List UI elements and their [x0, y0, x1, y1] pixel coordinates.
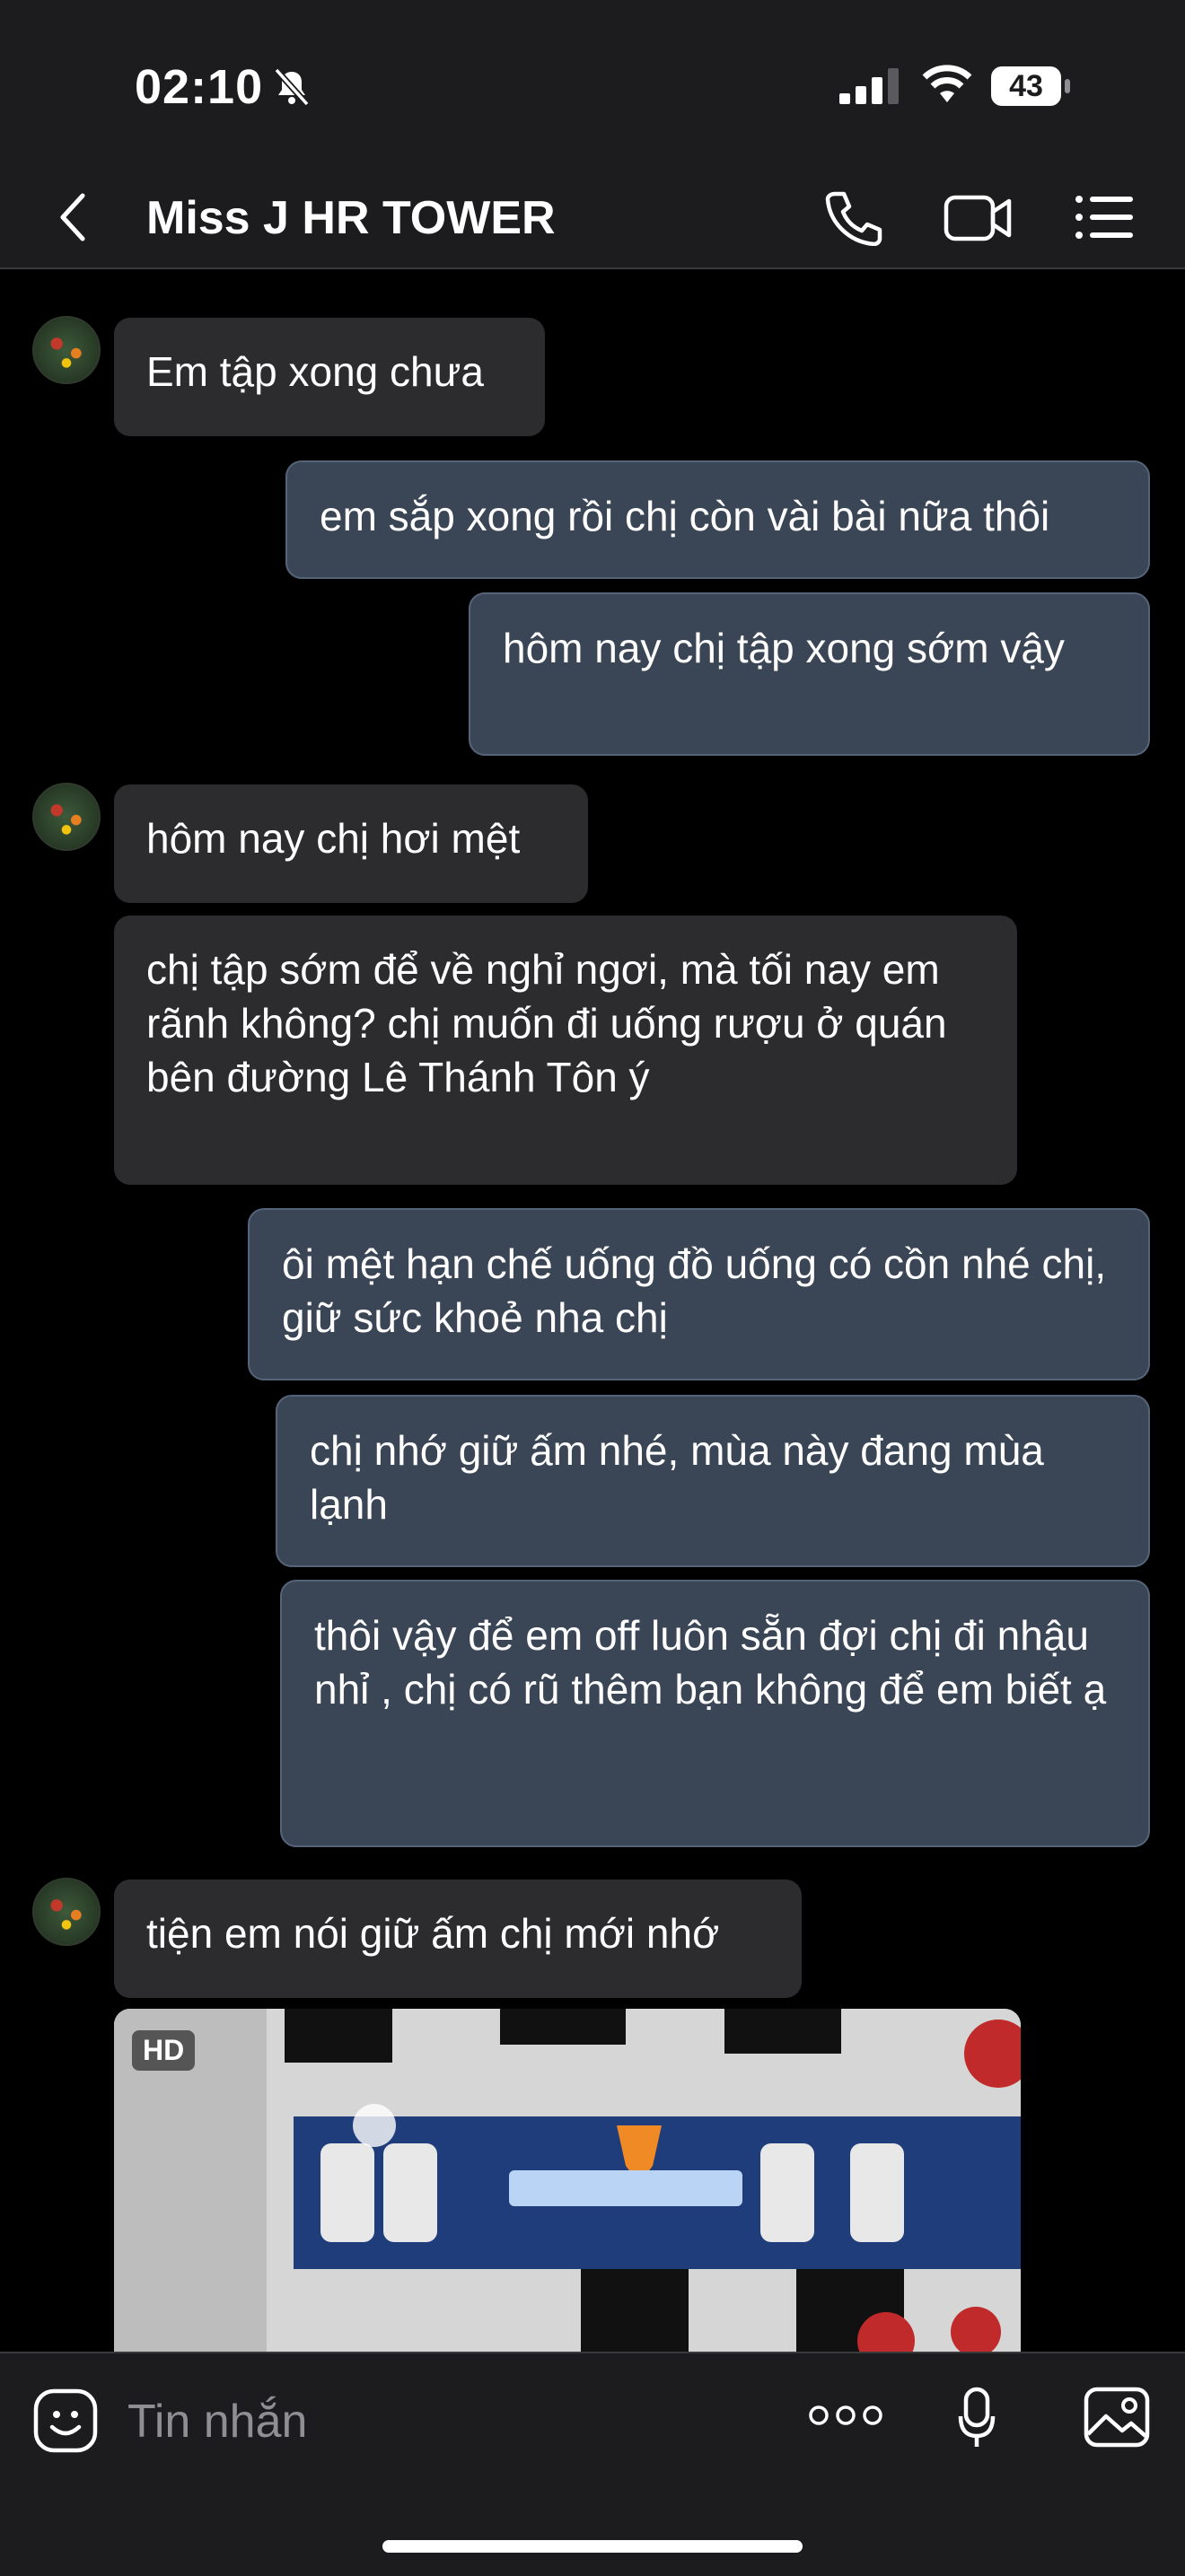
message-list[interactable]: Em tập xong chưa em sắp xong rồi chị còn…	[0, 269, 1185, 2352]
message-bubble-incoming[interactable]: tiện em nói giữ ấm chị mới nhớ	[114, 1879, 802, 1998]
phone-icon[interactable]	[822, 188, 885, 250]
wifi-icon	[920, 63, 974, 109]
video-camera-icon[interactable]	[943, 190, 1014, 250]
message-bubble-outgoing[interactable]: em sắp xong rồi chị còn vài bài nữa thôi	[285, 460, 1150, 579]
avatar[interactable]	[32, 783, 101, 851]
chevron-left-icon[interactable]	[56, 188, 92, 250]
message-text: chị tập sớm để về nghỉ ngơi, mà tối nay …	[146, 946, 947, 1100]
composer-bar	[0, 2352, 1185, 2576]
status-bar: 02:10 43	[0, 0, 1185, 171]
video-thumbnail	[114, 2009, 1021, 2352]
video-message[interactable]: HD	[114, 2009, 1021, 2352]
message-bubble-outgoing[interactable]: thôi vậy để em off luôn sẵn đợi chị đi n…	[280, 1580, 1150, 1847]
cellular-signal-icon	[839, 68, 899, 109]
chat-header: Miss J HR TOWER	[0, 171, 1185, 269]
message-bubble-incoming[interactable]: hôm nay chị hơi mệt	[114, 784, 588, 903]
message-bubble-incoming[interactable]: Em tập xong chưa	[114, 318, 545, 436]
message-text: hôm nay chị tập xong sớm vậy	[503, 625, 1065, 671]
bell-slash-icon	[273, 66, 311, 112]
battery-icon: 43	[991, 66, 1070, 106]
list-menu-icon[interactable]	[1074, 190, 1137, 249]
message-text: tiện em nói giữ ấm chị mới nhớ	[146, 1910, 720, 1957]
image-icon[interactable]	[1083, 2386, 1151, 2453]
battery-level: 43	[1009, 69, 1043, 103]
more-dots-icon[interactable]	[808, 2402, 883, 2433]
message-text: em sắp xong rồi chị còn vài bài nữa thôi	[320, 493, 1050, 539]
message-bubble-outgoing[interactable]: chị nhớ giữ ấm nhé, mùa này đang mùa lạn…	[276, 1395, 1150, 1567]
hd-badge: HD	[132, 2030, 196, 2071]
avatar[interactable]	[32, 316, 101, 384]
microphone-icon[interactable]	[957, 2386, 996, 2455]
message-text: Em tập xong chưa	[146, 348, 484, 395]
status-time: 02:10	[135, 60, 264, 114]
message-text: ôi mệt hạn chế uống đồ uống có cồn nhé c…	[282, 1240, 1107, 1341]
message-input[interactable]	[126, 2389, 758, 2454]
message-text: chị nhớ giữ ấm nhé, mùa này đang mùa lạn…	[310, 1427, 1044, 1528]
contact-name[interactable]: Miss J HR TOWER	[146, 187, 556, 250]
message-bubble-outgoing[interactable]: hôm nay chị tập xong sớm vậy	[469, 592, 1150, 756]
home-indicator	[382, 2540, 803, 2553]
emoji-icon[interactable]	[32, 2388, 99, 2458]
message-text: thôi vậy để em off luôn sẵn đợi chị đi n…	[314, 1612, 1107, 1713]
message-bubble-outgoing[interactable]: ôi mệt hạn chế uống đồ uống có cồn nhé c…	[248, 1208, 1150, 1380]
message-bubble-incoming[interactable]: chị tập sớm để về nghỉ ngơi, mà tối nay …	[114, 916, 1017, 1185]
message-text: hôm nay chị hơi mệt	[146, 815, 521, 862]
avatar[interactable]	[32, 1878, 101, 1946]
